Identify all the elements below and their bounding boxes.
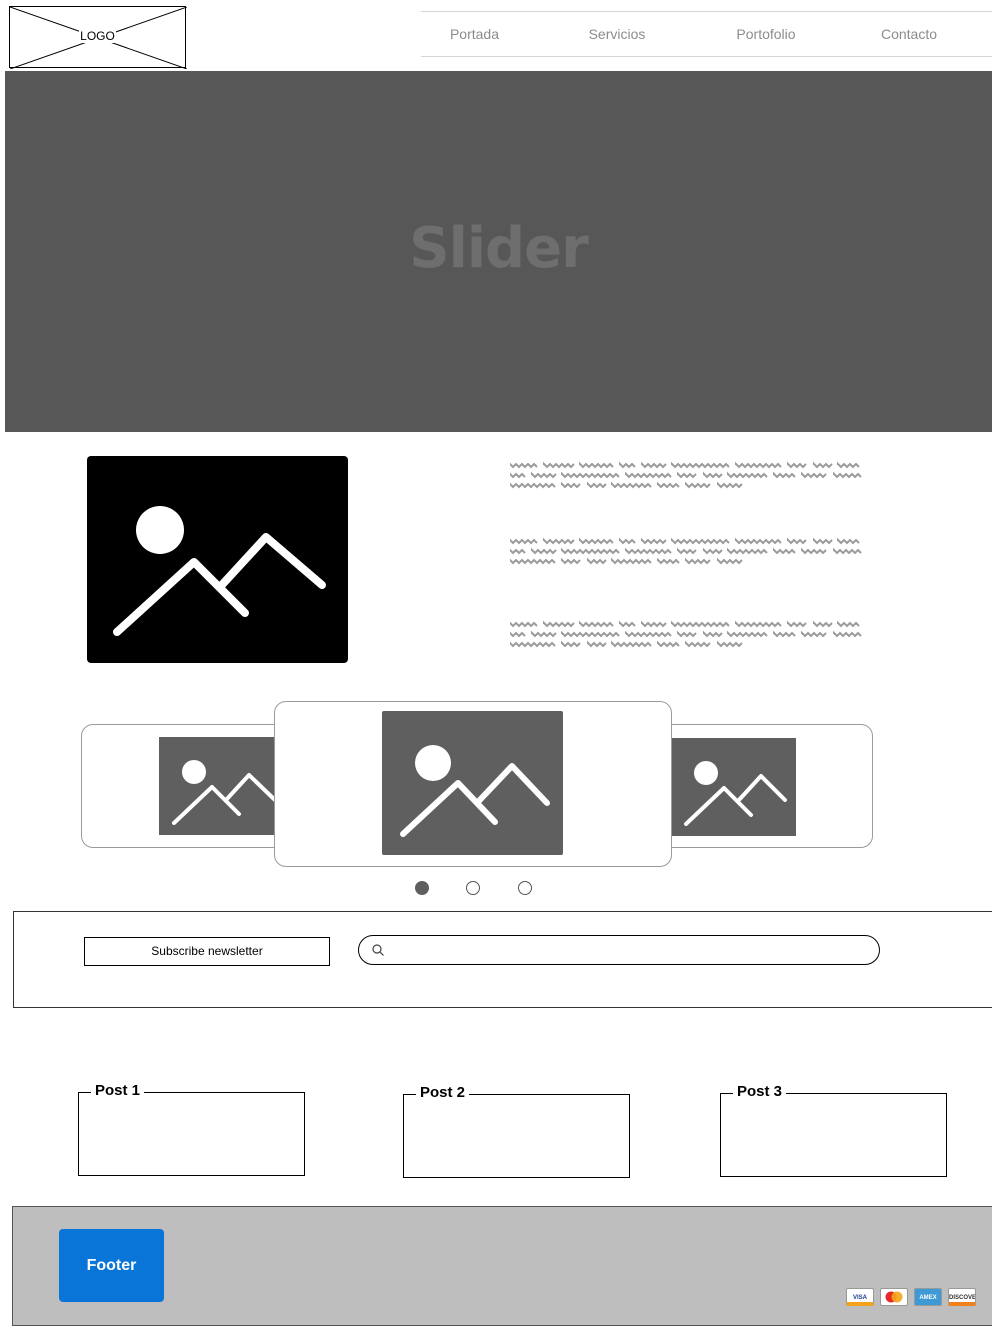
footer-button[interactable]: Footer [59,1229,164,1302]
feature-image [87,456,348,663]
search-input[interactable] [389,940,873,962]
image-placeholder-icon [400,745,550,837]
search-field[interactable] [358,935,880,965]
carousel-dot-2[interactable] [466,881,480,895]
hero-slider[interactable]: Slider [5,71,992,432]
mastercard-card-icon [880,1288,908,1306]
logo-text: LOGO [79,29,116,43]
image-placeholder-icon [172,760,277,825]
image-placeholder-icon [684,761,787,826]
nav-item-servicios[interactable]: Servicios [528,12,706,56]
carousel-active-image[interactable] [382,711,563,855]
post-title: Post 3 [733,1083,787,1100]
carousel-dot-1[interactable] [415,881,429,895]
discover-card-icon: DISCOVER [948,1288,976,1306]
carousel-dot-3[interactable] [518,881,532,895]
subscribe-newsletter-button[interactable]: Subscribe newsletter [84,937,330,966]
logo-placeholder[interactable]: LOGO [9,6,187,69]
search-icon [372,944,384,956]
post-title: Post 2 [416,1084,470,1101]
image-placeholder-icon [113,506,326,636]
amex-card-icon: AMEX [914,1288,942,1306]
text-paragraph [510,537,870,569]
text-paragraph [510,461,870,493]
nav-item-portofolio[interactable]: Portofolio [706,12,826,56]
post-card-2[interactable]: Post 2 [403,1084,630,1178]
carousel-prev-image[interactable] [159,737,279,835]
text-paragraph [510,620,870,652]
hero-title: Slider [409,216,588,281]
carousel-next-image[interactable] [668,738,796,836]
nav-item-contacto[interactable]: Contacto [826,12,992,56]
visa-card-icon: VISA [846,1288,874,1306]
payment-cards: VISA AMEX DISCOVER [846,1288,986,1308]
post-title: Post 1 [91,1082,145,1099]
post-card-1[interactable]: Post 1 [78,1082,305,1176]
post-card-3[interactable]: Post 3 [720,1083,947,1177]
main-nav: Portada Servicios Portofolio Contacto [421,11,992,57]
nav-item-portada[interactable]: Portada [421,12,528,56]
